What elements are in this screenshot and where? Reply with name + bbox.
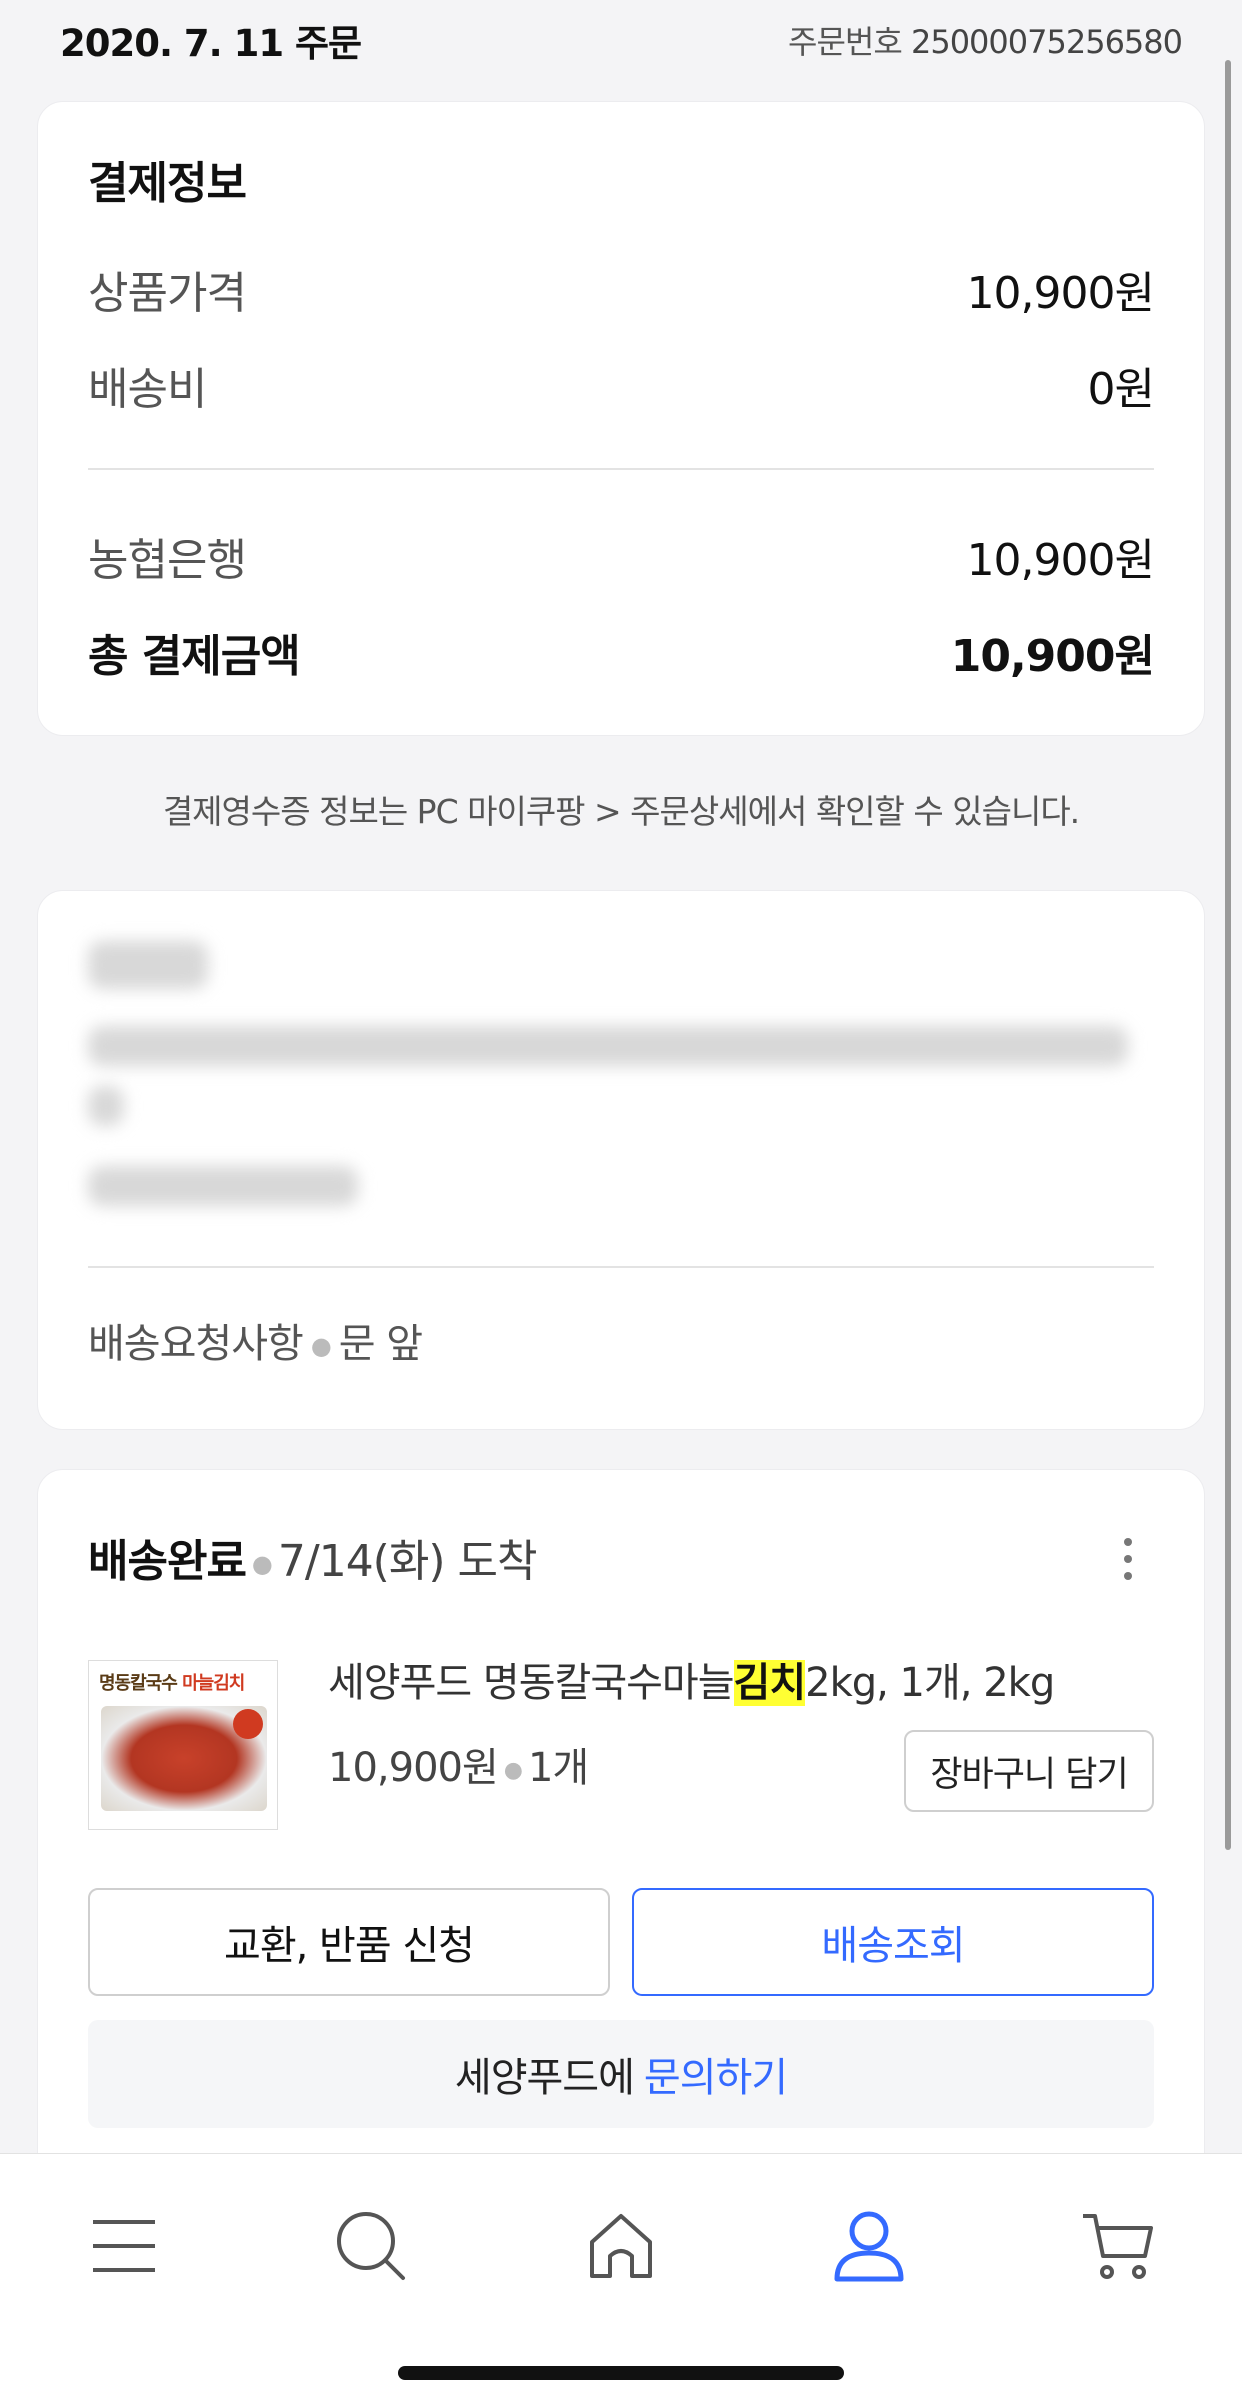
exchange-return-button[interactable]: 교환, 반품 신청	[88, 1888, 610, 1996]
phone-redacted	[88, 1166, 358, 1206]
add-to-cart-button[interactable]: 장바구니 담기	[904, 1730, 1154, 1812]
more-options-icon[interactable]	[1122, 1538, 1134, 1588]
order-header: 2020. 7. 11 주문 주문번호 25000075256580	[0, 0, 1242, 80]
address-divider	[88, 1266, 1154, 1268]
product-qty: 1개	[527, 1745, 589, 1791]
delivery-request: 배송요청사항 ● 문 앞	[88, 1311, 423, 1369]
menu-icon	[93, 2220, 155, 2272]
thumbnail-label: 명동칼국수 마늘김치	[99, 1669, 245, 1695]
order-number: 주문번호 25000075256580	[788, 17, 1183, 63]
delivery-status-row: 배송완료 ● 7/14(화) 도착	[88, 1525, 538, 1589]
user-icon	[834, 2211, 904, 2282]
bottom-nav	[0, 2153, 1242, 2403]
separator-dot: ●	[503, 1757, 523, 1783]
payment-info-card: 결제정보 상품가격 10,900원 배송비 0원 농협은행 10,900원 총 …	[37, 101, 1205, 736]
payment-method-label: 농협은행	[88, 535, 247, 586]
home-icon	[590, 2214, 652, 2278]
address-redacted	[88, 1026, 1128, 1066]
product-price: 10,900원	[328, 1745, 499, 1791]
scrollbar[interactable]	[1225, 60, 1231, 1850]
payment-divider	[88, 468, 1154, 470]
thumbnail-label-text-a: 명동칼국수	[99, 1673, 178, 1694]
shipping-fee-value: 0원	[1087, 364, 1155, 415]
recipient-name-redacted	[88, 941, 208, 989]
product-name-after: 2kg, 1개, 2kg	[805, 1660, 1055, 1706]
nav-cart[interactable]	[1068, 2196, 1168, 2296]
total-payment-value: 10,900원	[950, 631, 1155, 682]
product-price-row: 상품가격 10,900원	[88, 259, 1155, 319]
delivery-request-label: 배송요청사항	[88, 1321, 304, 1367]
shipping-address-card: 배송요청사항 ● 문 앞	[37, 890, 1205, 1430]
separator-dot: ●	[310, 1332, 332, 1360]
delivery-status: 배송완료	[88, 1536, 247, 1587]
payment-method-row: 농협은행 10,900원	[88, 526, 1155, 586]
nav-home[interactable]	[571, 2196, 671, 2296]
shipping-fee-label: 배송비	[88, 364, 207, 415]
track-delivery-button[interactable]: 배송조회	[632, 1888, 1154, 1996]
order-number-label: 주문번호	[788, 23, 903, 61]
nav-menu[interactable]	[74, 2196, 174, 2296]
nav-my-coupang[interactable]	[819, 2196, 919, 2296]
home-indicator[interactable]	[398, 2366, 844, 2380]
separator-dot: ●	[251, 1550, 273, 1578]
delivery-card: 배송완료 ● 7/14(화) 도착 명동칼국수 마늘김치 세양푸드 명동칼국수마늘김…	[37, 1469, 1205, 2169]
product-name[interactable]: 세양푸드 명동칼국수마늘김치2kg, 1개, 2kg	[328, 1650, 1055, 1708]
brand-stamp-icon	[233, 1709, 263, 1739]
product-price-value: 10,900원	[966, 268, 1155, 319]
cart-icon	[1083, 2214, 1153, 2279]
product-thumbnail[interactable]: 명동칼국수 마늘김치	[88, 1660, 278, 1830]
order-number-value: 25000075256580	[910, 23, 1183, 61]
nav-search[interactable]	[321, 2196, 421, 2296]
address-redacted-line2	[88, 1086, 124, 1126]
receipt-note: 결제영수증 정보는 PC 마이쿠팡 > 주문상세에서 확인할 수 있습니다.	[162, 792, 1080, 831]
payment-method-value: 10,900원	[966, 535, 1155, 586]
product-price-qty: 10,900원 ● 1개	[328, 1735, 589, 1793]
delivery-request-value: 문 앞	[338, 1321, 423, 1367]
order-date: 2020. 7. 11 주문	[60, 22, 362, 65]
product-price-label: 상품가격	[88, 268, 247, 319]
product-name-before: 세양푸드 명동칼국수마늘	[328, 1660, 735, 1706]
inquiry-link[interactable]: 문의하기	[634, 2045, 788, 2103]
thumbnail-label-text-b: 마늘김치	[182, 1673, 245, 1694]
arrival-date: 7/14(화) 도착	[277, 1536, 538, 1587]
shipping-fee-row: 배송비 0원	[88, 355, 1155, 415]
inquiry-seller: 세양푸드에	[454, 2055, 635, 2101]
total-payment-label: 총 결제금액	[88, 631, 301, 682]
payment-info-title: 결제정보	[88, 158, 247, 209]
seller-inquiry[interactable]: 세양푸드에 문의하기	[88, 2020, 1154, 2128]
total-payment-row: 총 결제금액 10,900원	[88, 622, 1155, 682]
search-icon	[337, 2212, 405, 2280]
product-name-highlight: 김치	[733, 1660, 806, 1706]
